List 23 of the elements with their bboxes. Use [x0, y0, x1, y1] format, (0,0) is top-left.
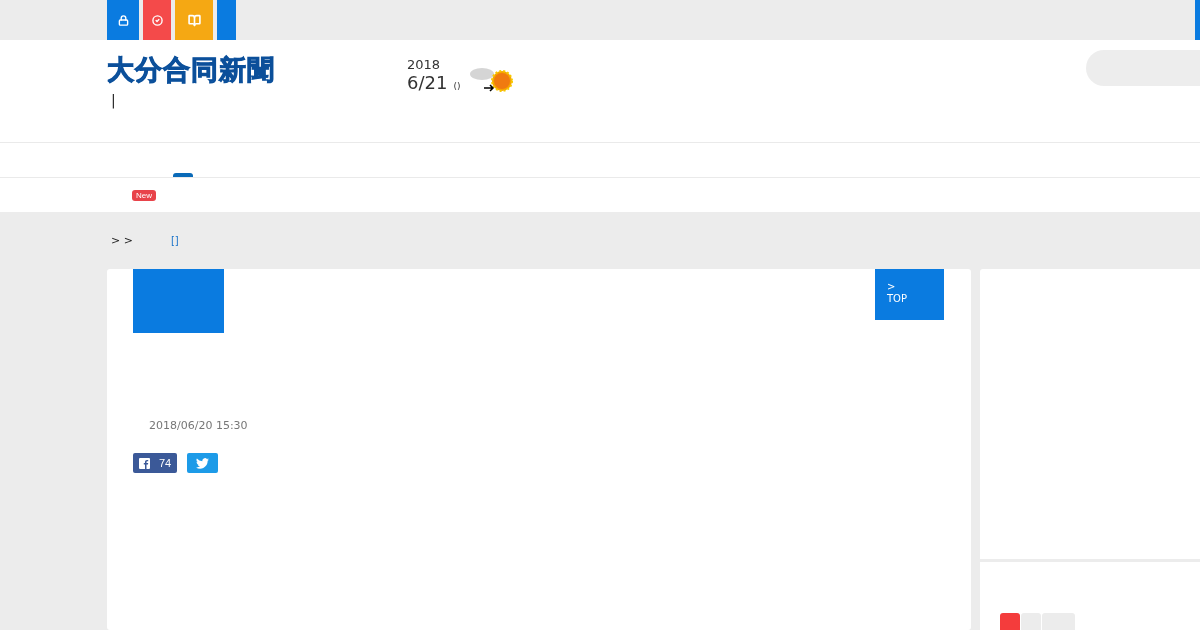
date-text: 6/21 — [407, 72, 448, 93]
check-button[interactable] — [143, 0, 171, 40]
nav-indicator — [173, 173, 193, 177]
book-button[interactable] — [175, 0, 213, 40]
newspaper-logo[interactable]: 大分合同新聞 — [107, 54, 275, 86]
lock-icon — [117, 14, 129, 26]
check-circle-icon — [151, 14, 163, 26]
lock-button[interactable] — [107, 0, 139, 40]
facebook-share-button[interactable]: 74 — [133, 453, 178, 473]
facebook-icon — [139, 457, 150, 469]
back-to-top-link[interactable]: > TOP — [875, 269, 944, 320]
breadcrumb-link[interactable]: [] — [170, 235, 179, 246]
sidebar-tab[interactable] — [1021, 613, 1041, 630]
article-timestamp: 2018/06/20 15:30 — [149, 419, 249, 432]
sidebar-tab[interactable] — [1000, 613, 1020, 630]
twitter-share-button[interactable] — [187, 453, 219, 473]
date-year: 2018 — [407, 57, 441, 72]
new-badge: New — [132, 189, 156, 201]
weekday-text: () — [453, 81, 461, 91]
breadcrumb-text: > > — [111, 234, 133, 247]
bird-icon — [196, 457, 210, 469]
separator-text: | — [111, 92, 116, 108]
book-icon — [187, 13, 201, 27]
